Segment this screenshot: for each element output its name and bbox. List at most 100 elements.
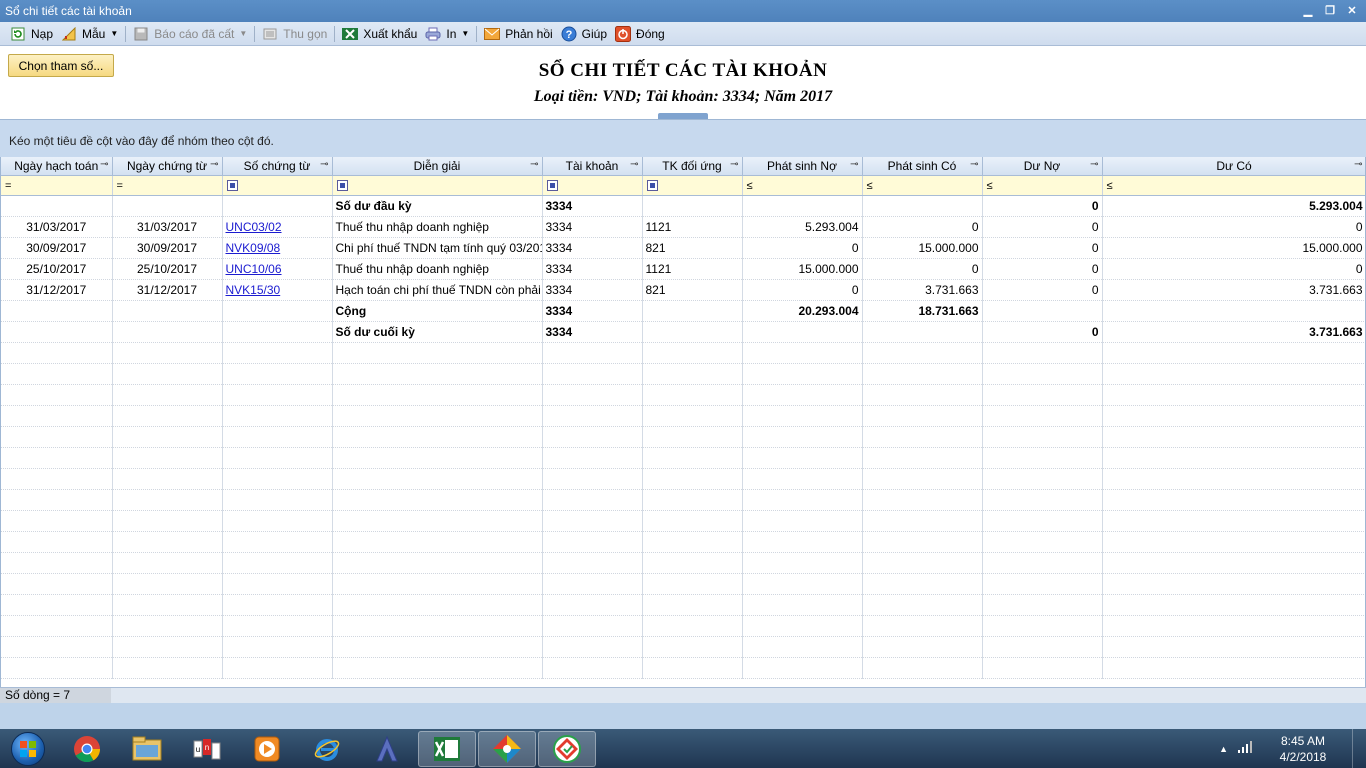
taskbar-autocad[interactable]: [358, 731, 416, 767]
taskbar-misa[interactable]: [478, 730, 536, 767]
pin-icon[interactable]: ⊸: [970, 159, 978, 170]
empty-cell: [222, 531, 333, 553]
pin-icon[interactable]: ⊸: [320, 159, 328, 170]
ledger-grid: Ngày hạch toán ⊸ Ngày chứng từ ⊸ Số chứng …: [0, 157, 1366, 687]
system-clock[interactable]: 8:45 AM 4/2/2018: [1268, 733, 1338, 765]
print-dropdown[interactable]: In ▼: [421, 23, 473, 45]
filter-checkbox-icon[interactable]: [646, 180, 658, 192]
document-link[interactable]: UNC10/06: [226, 262, 282, 276]
cell-ps-no: 0: [742, 237, 863, 259]
column-header[interactable]: Ngày hạch toán ⊸: [1, 157, 113, 176]
filter-le-icon[interactable]: ≤: [987, 180, 999, 192]
filter-le-icon[interactable]: ≤: [867, 180, 879, 192]
reload-button[interactable]: Nạp: [6, 23, 57, 45]
filter-cell[interactable]: [222, 175, 333, 196]
filter-cell[interactable]: [542, 175, 643, 196]
start-button[interactable]: [0, 729, 56, 768]
empty-row: [1, 531, 1365, 553]
column-header[interactable]: Ngày chứng từ ⊸: [112, 157, 223, 176]
column-header[interactable]: Phát sinh Nợ ⊸: [742, 157, 863, 176]
excel-icon: [342, 26, 359, 42]
filter-checkbox-icon[interactable]: [336, 180, 348, 192]
column-header[interactable]: Diễn giải ⊸: [332, 157, 543, 176]
collapse-button[interactable]: Thu gọn: [258, 23, 331, 45]
filter-le-icon[interactable]: ≤: [1107, 180, 1119, 192]
pin-icon[interactable]: ⊸: [100, 159, 108, 170]
filter-cell[interactable]: =: [1, 175, 113, 196]
pin-icon[interactable]: ⊸: [850, 159, 858, 170]
close-button[interactable]: Đóng: [611, 23, 669, 45]
pin-icon[interactable]: ⊸: [210, 159, 218, 170]
saved-reports-button[interactable]: Báo cáo đã cất ▼: [129, 23, 251, 45]
tray-expand-icon[interactable]: ▲: [1219, 744, 1228, 754]
minimize-icon[interactable]: ▁: [1300, 3, 1316, 18]
pin-icon[interactable]: ⊸: [630, 159, 638, 170]
cell-dien-giai: Cộng: [332, 300, 543, 322]
table-row[interactable]: 25/10/2017 25/10/2017 UNC10/06 Thuế thu nhậ…: [1, 258, 1365, 280]
filter-cell[interactable]: [642, 175, 743, 196]
filter-cell[interactable]: ≤: [1102, 175, 1365, 196]
empty-cell: [112, 468, 223, 490]
template-dropdown[interactable]: Mẫu ▼: [57, 23, 122, 45]
table-row[interactable]: 31/12/2017 31/12/2017 NVK15/30 Hạch toán ch…: [1, 279, 1365, 301]
chevron-down-icon: ▼: [461, 29, 470, 38]
empty-cell: [1102, 426, 1365, 448]
column-header[interactable]: Số chứng từ ⊸: [222, 157, 333, 176]
empty-cell: [222, 447, 333, 469]
filter-le-icon[interactable]: ≤: [747, 180, 759, 192]
table-row[interactable]: 31/03/2017 31/03/2017 UNC03/02 Thuế thu nhậ…: [1, 216, 1365, 238]
empty-cell: [742, 594, 863, 616]
filter-checkbox-icon[interactable]: [546, 180, 558, 192]
pin-icon[interactable]: ⊸: [1354, 159, 1362, 170]
toolbar: Nạp Mẫu ▼ Báo cáo đã cất ▼ Thu gọn Xuất …: [0, 22, 1366, 46]
filter-cell[interactable]: [332, 175, 543, 196]
taskbar-unikey[interactable]: un: [178, 731, 236, 767]
filter-cell[interactable]: =: [112, 175, 223, 196]
print-label: In: [446, 26, 457, 41]
cell-ngay-ht: [1, 300, 113, 322]
empty-cell: [222, 657, 333, 679]
column-header[interactable]: TK đối ứng ⊸: [642, 157, 743, 176]
empty-cell: [982, 384, 1103, 406]
empty-cell: [1102, 384, 1365, 406]
group-by-panel[interactable]: Kéo một tiêu đề cột vào đây để nhóm theo…: [0, 119, 1366, 157]
table-row[interactable]: Số dư đầu kỳ 3334 0 5.293.004: [1, 195, 1365, 217]
filter-cell[interactable]: ≤: [862, 175, 983, 196]
taskbar-explorer[interactable]: [118, 731, 176, 767]
close-icon[interactable]: ✕: [1344, 3, 1360, 18]
column-header[interactable]: Tài khoản ⊸: [542, 157, 643, 176]
filter-cell[interactable]: ≤: [982, 175, 1103, 196]
document-link[interactable]: NVK15/30: [226, 283, 281, 297]
filter-cell[interactable]: ≤: [742, 175, 863, 196]
help-button[interactable]: ? Giúp: [557, 23, 611, 45]
taskbar-chrome[interactable]: [58, 731, 116, 767]
feedback-button[interactable]: Phản hồi: [480, 23, 556, 45]
filter-equals-icon[interactable]: =: [5, 180, 17, 192]
column-header[interactable]: Phát sinh Có ⊸: [862, 157, 983, 176]
filter-checkbox-icon[interactable]: [226, 180, 238, 192]
show-desktop-button[interactable]: [1352, 729, 1366, 768]
column-header[interactable]: Dư Có ⊸: [1102, 157, 1365, 176]
restore-icon[interactable]: ❐: [1322, 3, 1338, 18]
document-link[interactable]: NVK09/08: [226, 241, 281, 255]
cell-ngay-ct: 31/12/2017: [112, 279, 223, 301]
cell-ps-no: [742, 321, 863, 343]
column-header[interactable]: Dư Nợ ⊸: [982, 157, 1103, 176]
document-link[interactable]: UNC03/02: [226, 220, 282, 234]
taskbar-media[interactable]: [238, 731, 296, 767]
pin-icon[interactable]: ⊸: [1090, 159, 1098, 170]
table-row[interactable]: 30/09/2017 30/09/2017 NVK09/08 Chi phí thuế…: [1, 237, 1365, 259]
export-button[interactable]: Xuất khẩu: [338, 23, 421, 45]
pin-icon[interactable]: ⊸: [730, 159, 738, 170]
table-row[interactable]: Số dư cuối kỳ 3334 0 3.731.663: [1, 321, 1365, 343]
taskbar-excel[interactable]: [418, 730, 476, 767]
taskbar-ie[interactable]: [298, 731, 356, 767]
empty-cell: [982, 363, 1103, 385]
cell-tk: 3334: [542, 279, 643, 301]
taskbar-misa-active[interactable]: [538, 730, 596, 767]
table-row[interactable]: Cộng 3334 20.293.004 18.731.663: [1, 300, 1365, 322]
filter-equals-icon[interactable]: =: [117, 180, 129, 192]
pin-icon[interactable]: ⊸: [530, 159, 538, 170]
network-signal-icon[interactable]: [1238, 741, 1252, 756]
toolbar-separator: [334, 25, 336, 42]
